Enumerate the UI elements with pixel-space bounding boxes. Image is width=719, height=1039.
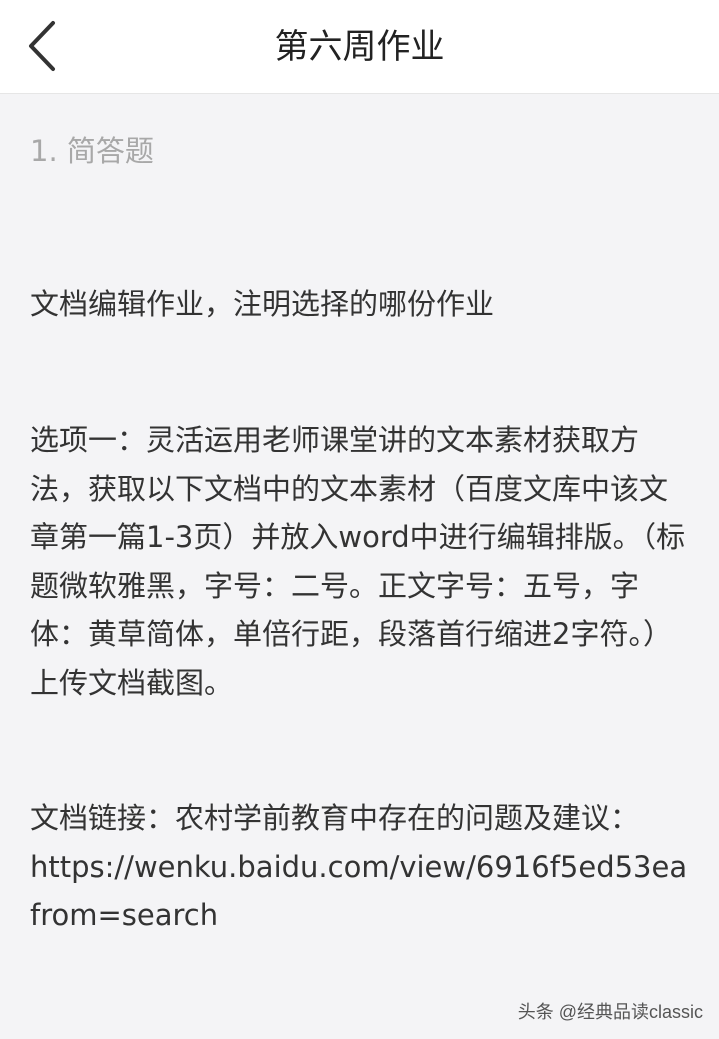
document-link-continued[interactable]: from=search <box>30 891 719 940</box>
question-paragraph-3: 文档链接：农村学前教育中存在的问题及建议： https://wenku.baid… <box>30 794 719 940</box>
document-link[interactable]: https://wenku.baidu.com/view/6916f5ed53e… <box>30 843 719 892</box>
question-content: 1. 简答题 文档编辑作业，注明选择的哪份作业 选项一：灵活运用老师课堂讲的文本… <box>30 94 719 1039</box>
watermark: 头条 @经典品读classic <box>517 1002 703 1022</box>
link-label: 文档链接：农村学前教育中存在的问题及建议： <box>30 801 640 835</box>
question-paragraph-2: 选项一：灵活运用老师课堂讲的文本素材获取方法，获取以下文档中的文本素材（百度文库… <box>30 423 686 700</box>
page-title: 第六周作业 <box>274 27 445 67</box>
question-paragraph-1: 文档编辑作业，注明选择的哪份作业 <box>30 287 495 321</box>
question-number: 1. 简答题 <box>30 134 154 168</box>
top-bar: 第六周作业 <box>0 0 719 94</box>
